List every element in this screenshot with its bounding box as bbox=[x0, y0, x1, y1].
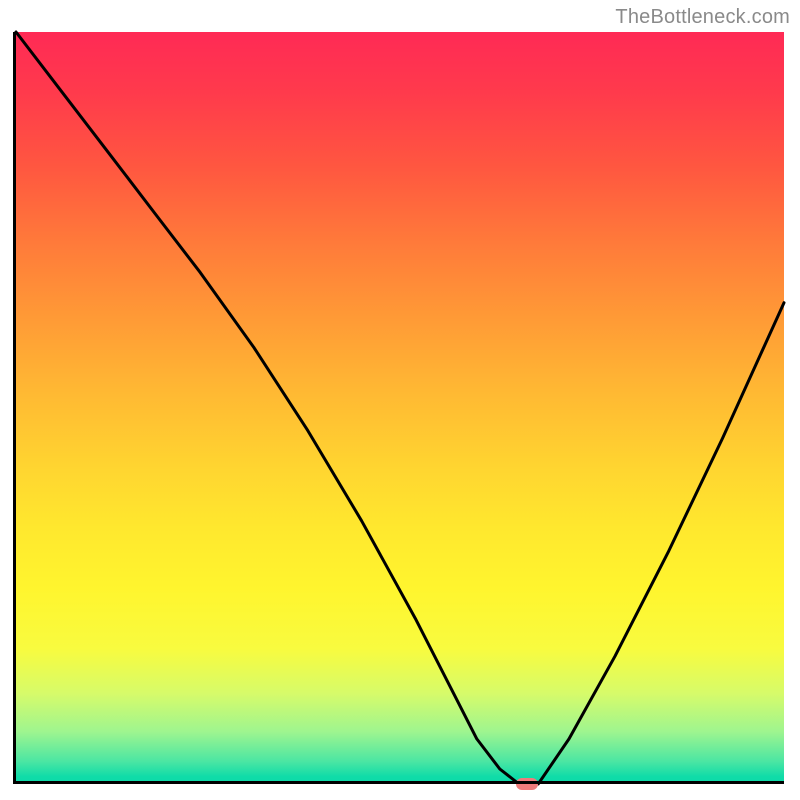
y-axis bbox=[13, 32, 16, 784]
optimal-point-marker bbox=[516, 778, 538, 790]
watermark-text: TheBottleneck.com bbox=[615, 6, 790, 29]
x-axis bbox=[16, 781, 784, 784]
bottleneck-chart: TheBottleneck.com bbox=[0, 0, 800, 800]
bottleneck-curve bbox=[16, 32, 784, 784]
